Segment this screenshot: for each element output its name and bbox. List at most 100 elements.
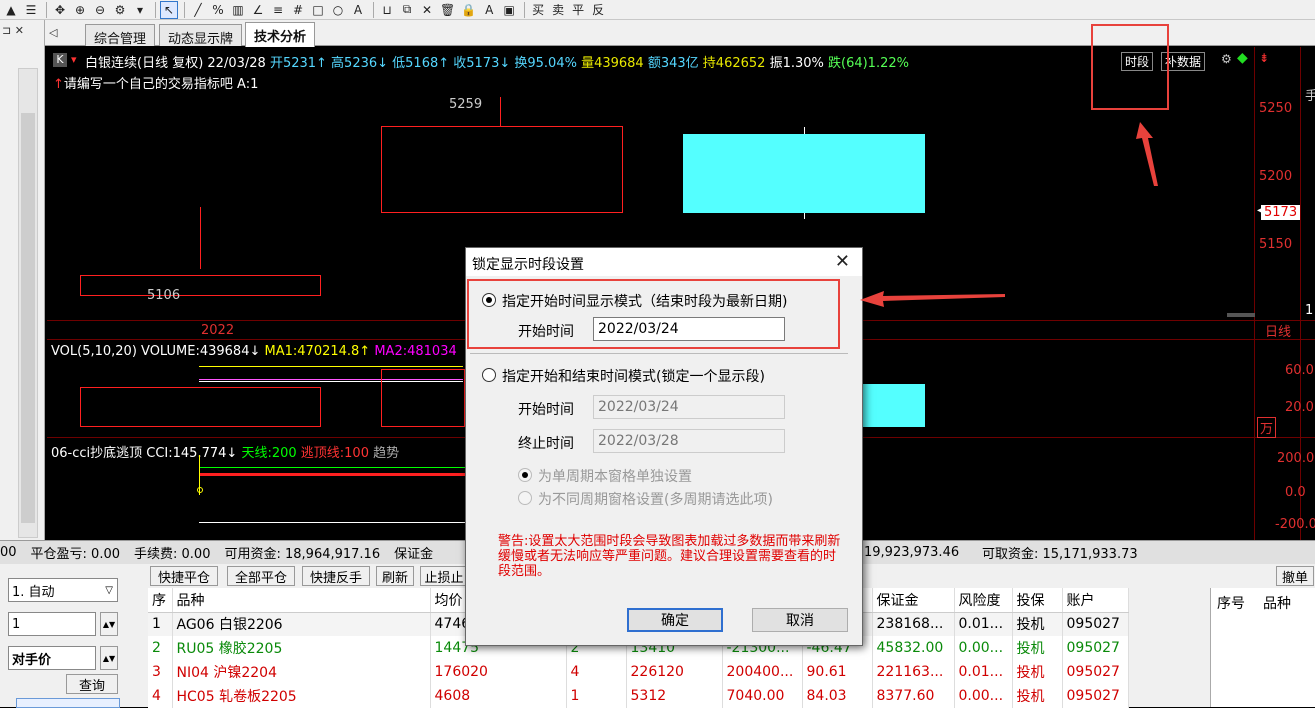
- toolbar-tool-icon[interactable]: □: [309, 1, 327, 19]
- toolbar-tool-icon[interactable]: ⚙: [111, 1, 129, 19]
- table-cell: NI04 沪镍2204: [172, 660, 431, 684]
- toolbar-tool-icon[interactable]: ⊔: [378, 1, 396, 19]
- price-tick: 5150: [1259, 237, 1293, 252]
- trade-shortcut-button[interactable]: 卖: [549, 1, 567, 19]
- status-diamond-icon: ◆: [1237, 50, 1248, 66]
- pin-icon[interactable]: ⊐ ✕: [2, 24, 24, 37]
- tab-dynamic-board[interactable]: 动态显示牌: [159, 24, 243, 47]
- instrument-tag[interactable]: K: [53, 53, 67, 67]
- table-header[interactable]: 投保: [1012, 588, 1063, 613]
- quick-close-button[interactable]: 快捷平仓: [150, 566, 218, 586]
- table-cell: 0.01...: [954, 612, 1013, 636]
- indicator-value: 额343亿: [647, 56, 703, 71]
- toolbar-tool-icon[interactable]: 🗑: [438, 1, 457, 19]
- toolbar-tool-icon[interactable]: ▾: [131, 1, 149, 19]
- table-cell: 4608: [430, 684, 567, 708]
- table-header[interactable]: 风险度: [954, 588, 1013, 613]
- toolbar-tool-icon[interactable]: ↖: [160, 0, 178, 19]
- trade-shortcut-button[interactable]: 平: [569, 1, 587, 19]
- close-all-button[interactable]: 全部平仓: [227, 566, 295, 586]
- trade-shortcut-button[interactable]: 买: [529, 1, 547, 19]
- right-table: 序号 品种: [1210, 588, 1315, 707]
- table-header[interactable]: 品种: [172, 588, 431, 613]
- table-cell: 0.00...: [954, 684, 1013, 708]
- toolbar-tool-icon[interactable]: ∠: [249, 1, 267, 19]
- single-period-radio[interactable]: [518, 468, 532, 482]
- query-button[interactable]: 查询: [66, 674, 118, 694]
- tab-general[interactable]: 综合管理: [85, 24, 156, 47]
- mode-range-radio[interactable]: [482, 368, 496, 382]
- quantity-stepper[interactable]: ▲▼: [100, 612, 118, 636]
- table-header[interactable]: 账户: [1062, 588, 1129, 613]
- toolbar-tool-icon[interactable]: #: [289, 1, 307, 19]
- table-header[interactable]: 保证金: [872, 588, 955, 613]
- vol-unit: 万: [1257, 417, 1277, 438]
- toolbar-tool-icon[interactable]: ○: [329, 1, 347, 19]
- year-label: 2022: [201, 323, 235, 338]
- stop-loss-button[interactable]: 止损止: [420, 566, 468, 586]
- toolbar-tool-icon[interactable]: ▲: [2, 1, 20, 19]
- account-item: 平仓盈亏: 0.00: [30, 547, 121, 562]
- price-tick: 5200: [1259, 169, 1293, 184]
- toolbar-tool-icon[interactable]: ⊕: [71, 1, 89, 19]
- dialog-title: 锁定显示时段设置: [466, 248, 862, 276]
- ok-button[interactable]: 确定: [627, 608, 723, 632]
- ma1-line: [199, 366, 463, 367]
- settings-icon[interactable]: ⚙: [1221, 52, 1232, 66]
- cancel-button[interactable]: 取消: [752, 608, 848, 632]
- left-scrollbar[interactable]: [18, 68, 38, 538]
- table-row[interactable]: 4 HC05 轧卷板2205 4608 1 5312 7040.00 84.03 8377.6…: [148, 684, 1129, 708]
- scroll-marker[interactable]: [1227, 313, 1255, 317]
- close-icon[interactable]: ✕: [835, 251, 850, 272]
- table-cell: 投机: [1012, 636, 1063, 660]
- table-cell: 1: [148, 612, 173, 636]
- table-cell: 0.00...: [954, 636, 1013, 660]
- order-mode-select[interactable]: 1. 自动 ▽: [8, 578, 118, 602]
- toolbar-tool-icon[interactable]: ▣: [500, 1, 518, 19]
- pin-red-icon[interactable]: ⇟: [1259, 51, 1269, 65]
- cci-tick: -200.0: [1275, 517, 1315, 532]
- dropdown-icon[interactable]: ▾: [71, 53, 77, 66]
- indicator-value: 逃顶线:100: [300, 446, 374, 461]
- table-cell: 226120: [626, 660, 723, 684]
- range-start-input[interactable]: 2022/03/24: [593, 395, 785, 419]
- indicator-value: 换95.04%: [514, 56, 582, 71]
- toolbar-tool-icon[interactable]: ✕: [418, 1, 436, 19]
- toolbar-tool-icon[interactable]: A: [349, 1, 367, 19]
- toolbar-tool-icon[interactable]: ▥: [229, 1, 247, 19]
- toolbar-tool-icon[interactable]: ≡: [269, 1, 287, 19]
- toolbar-tool-icon[interactable]: ☰: [22, 1, 40, 19]
- toolbar-tool-icon[interactable]: %: [209, 1, 227, 19]
- high-label: 5259: [449, 97, 483, 112]
- range-end-input[interactable]: 2022/03/28: [593, 429, 785, 453]
- tab-scroll-left-icon[interactable]: ◁: [49, 26, 57, 39]
- toolbar-tool-icon[interactable]: ⊖: [91, 1, 109, 19]
- quick-reverse-button[interactable]: 快捷反手: [302, 566, 370, 586]
- mode-range-label[interactable]: 指定开始和结束时间模式(锁定一个显示段): [502, 366, 765, 386]
- scroll-thumb[interactable]: [21, 113, 35, 523]
- vol-tick: 20.0: [1285, 400, 1314, 415]
- toolbar-tool-icon[interactable]: ╱: [189, 1, 207, 19]
- cci-dot: [197, 487, 203, 493]
- tab-technical-analysis[interactable]: 技术分析: [245, 22, 316, 47]
- toolbar-tool-icon[interactable]: ✥: [51, 1, 69, 19]
- refresh-button[interactable]: 刷新: [376, 566, 414, 586]
- volume-indicator-line: VOL(5,10,20) VOLUME:439684↓ MA1:470214.8…: [51, 344, 457, 359]
- cancel-order-button[interactable]: 撤单: [1276, 566, 1314, 586]
- trade-shortcut-button[interactable]: 反: [589, 1, 607, 19]
- quantity-input[interactable]: 1: [8, 612, 96, 636]
- multi-period-label: 为不同周期窗格设置(多周期请选此项): [538, 492, 773, 508]
- table-cell: 095027: [1062, 660, 1129, 684]
- table-cell: RU05 橡胶2205: [172, 636, 431, 660]
- toolbar-tool-icon[interactable]: A: [480, 1, 498, 19]
- table-cell: 84.03: [802, 684, 873, 708]
- toolbar-tool-icon[interactable]: ⧉: [398, 1, 416, 19]
- price-stepper[interactable]: ▲▼: [100, 646, 118, 670]
- toolbar: ▲ ☰ ✥ ⊕ ⊖ ⚙ ▾ ↖ ╱% ▥ ∠ ≡ # □ ○ A ⊔ ⧉ ✕ 🗑 🔒 A ▣ 买卖平反: [0, 0, 1315, 20]
- multi-period-radio[interactable]: [518, 491, 532, 505]
- table-row[interactable]: 3 NI04 沪镍2204 176020 4 226120 200400... 90.61 2…: [148, 660, 1129, 684]
- table-header[interactable]: 序: [148, 588, 173, 613]
- price-type-select[interactable]: 对手价: [8, 646, 96, 670]
- toolbar-tool-icon[interactable]: 🔒: [459, 1, 478, 19]
- table-cell: 90.61: [802, 660, 873, 684]
